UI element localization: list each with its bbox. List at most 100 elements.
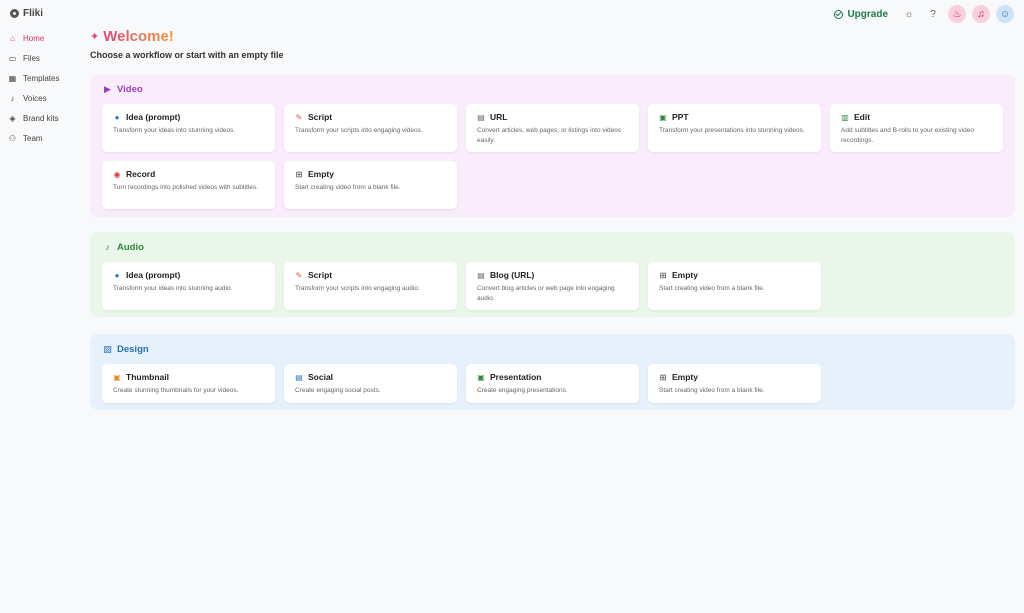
video-empty-card[interactable]: ⊞ Empty Start creating video from a blan…	[284, 161, 457, 209]
welcome-heading: ✦ Welcome!	[90, 26, 1015, 46]
flame-icon: ♨	[952, 8, 962, 20]
sidebar-item-voices[interactable]: ♪ Voices	[8, 88, 82, 108]
card-title-row: ✎ Script	[295, 111, 446, 123]
card-description: Transform your ideas into stunning video…	[113, 127, 236, 134]
card-title-row: ● Idea (prompt)	[113, 269, 264, 281]
card-title-row: ▥ Edit	[841, 111, 992, 123]
audio-blog-url-card[interactable]: ▤ Blog (URL) Convert blog articles or we…	[466, 262, 639, 310]
video-record-card[interactable]: ◉ Record Turn recordings into polished v…	[102, 161, 275, 209]
card-description: Create stunning thumbnails for your vide…	[113, 387, 239, 394]
workflow-cards: ▣ Thumbnail Create stunning thumbnails f…	[102, 364, 1003, 403]
voices-icon: ♪	[10, 93, 15, 103]
card-title-row: ◉ Record	[113, 168, 264, 180]
design-empty-card[interactable]: ⊞ Empty Start creating video from a blan…	[648, 364, 821, 403]
card-title: Presentation	[490, 372, 542, 382]
workflow-cards: ● Idea (prompt) Transform your ideas int…	[102, 262, 1003, 310]
plus-square-icon: ⊞	[659, 270, 667, 280]
lightbulb-icon: ●	[114, 270, 120, 280]
home-icon: ⌂	[10, 33, 15, 43]
card-title: Empty	[308, 169, 334, 179]
audio-script-card[interactable]: ✎ Script Transform your scripts into eng…	[284, 262, 457, 310]
main-content: ✦ Welcome! Choose a workflow or start wi…	[90, 26, 1015, 410]
check-circle-icon	[834, 9, 844, 19]
card-title: Thumbnail	[126, 372, 169, 382]
theme-toggle-button[interactable]: ☼	[900, 5, 918, 23]
video-script-card[interactable]: ✎ Script Transform your scripts into eng…	[284, 104, 457, 152]
card-title-row: ▣ Presentation	[477, 371, 628, 383]
workflow-cards: ● Idea (prompt) Transform your ideas int…	[102, 104, 1003, 209]
sidebar-item-label: Files	[23, 53, 40, 63]
script-icon: ✎	[295, 112, 303, 122]
video-idea-card[interactable]: ● Idea (prompt) Transform your ideas int…	[102, 104, 275, 152]
sidebar-item-label: Team	[23, 133, 43, 143]
app-name: Fliki	[23, 8, 44, 19]
card-description: Start creating video from a blank file.	[295, 184, 401, 191]
rewards-button[interactable]: ♨	[948, 5, 966, 23]
audio-idea-card[interactable]: ● Idea (prompt) Transform your ideas int…	[102, 262, 275, 310]
card-description: Start creating video from a blank file.	[659, 387, 765, 394]
card-title: Edit	[854, 112, 871, 122]
card-title-row: ▤ URL	[477, 111, 628, 123]
card-title: Blog (URL)	[490, 270, 535, 280]
upgrade-label: Upgrade	[847, 8, 888, 20]
design-presentation-card[interactable]: ▣ Presentation Create engaging presentat…	[466, 364, 639, 403]
video-camera-icon: ▶	[104, 83, 111, 94]
presentation-icon: ▣	[659, 112, 667, 122]
templates-icon: ▦	[8, 73, 17, 83]
card-title: Record	[126, 169, 156, 179]
sidebar: ⌂ Home ▭ Files ▦ Templates ♪ Voices ◈ Br…	[8, 28, 82, 148]
sidebar-item-templates[interactable]: ▦ Templates	[8, 68, 82, 88]
bell-icon: ♫	[977, 8, 985, 20]
card-description: Create engaging social posts.	[295, 387, 381, 394]
plus-square-icon: ⊞	[659, 372, 667, 382]
design-thumbnail-card[interactable]: ▣ Thumbnail Create stunning thumbnails f…	[102, 364, 275, 403]
help-icon: ?	[930, 8, 936, 20]
help-button[interactable]: ?	[924, 5, 942, 23]
video-section: ▶ Video ● Idea (prompt) Transform your i…	[90, 74, 1015, 217]
card-title-row: ⊞ Empty	[659, 269, 810, 281]
section-title: Video	[117, 83, 143, 95]
section-title: Audio	[117, 241, 144, 253]
card-title: Script	[308, 112, 333, 122]
sidebar-item-files[interactable]: ▭ Files	[8, 48, 82, 68]
notifications-button[interactable]: ♫	[972, 5, 990, 23]
clapperboard-icon: ▥	[841, 112, 849, 122]
user-icon: ☺	[999, 8, 1011, 20]
card-description: Create engaging presentations.	[477, 387, 568, 394]
audio-empty-card[interactable]: ⊞ Empty Start creating video from a blan…	[648, 262, 821, 310]
lightbulb-icon: ●	[114, 112, 120, 122]
presentation-icon: ▣	[477, 372, 485, 382]
card-title: Social	[308, 372, 334, 382]
sidebar-item-label: Brand kits	[23, 113, 59, 123]
card-description: Convert articles, web pages, or listings…	[477, 127, 622, 144]
app-logo[interactable]: Fliki	[10, 8, 43, 19]
card-title: PPT	[672, 112, 689, 122]
video-edit-card[interactable]: ▥ Edit Add subtitles and B-rolls to your…	[830, 104, 1003, 152]
card-title-row: ✎ Script	[295, 269, 446, 281]
sidebar-item-brand-kits[interactable]: ◈ Brand kits	[8, 108, 82, 128]
card-description: Add subtitles and B-rolls to your existi…	[841, 127, 974, 144]
fliki-logo-icon	[10, 9, 19, 18]
video-url-card[interactable]: ▤ URL Convert articles, web pages, or li…	[466, 104, 639, 152]
design-social-card[interactable]: ▤ Social Create engaging social posts.	[284, 364, 457, 403]
page-subtitle: Choose a workflow or start with an empty…	[90, 50, 284, 60]
sidebar-item-label: Templates	[23, 73, 60, 83]
audio-section: ♪ Audio ● Idea (prompt) Transform your i…	[90, 232, 1015, 317]
card-title-row: ⊞ Empty	[295, 168, 446, 180]
topbar-actions: Upgrade ☼ ? ♨ ♫ ☺	[834, 5, 1014, 23]
sidebar-item-team[interactable]: ⚇ Team	[8, 128, 82, 148]
card-title: URL	[490, 112, 508, 122]
card-title-row: ● Idea (prompt)	[113, 111, 264, 123]
plus-square-icon: ⊞	[295, 169, 303, 179]
video-ppt-card[interactable]: ▣ PPT Transform your presentations into …	[648, 104, 821, 152]
script-icon: ✎	[295, 270, 303, 280]
card-title: Idea (prompt)	[126, 270, 181, 280]
card-description: Start creating video from a blank file.	[659, 285, 765, 292]
sidebar-item-home[interactable]: ⌂ Home	[8, 28, 82, 48]
thumbnail-icon: ▣	[113, 372, 121, 382]
card-title-row: ⊞ Empty	[659, 371, 810, 383]
avatar[interactable]: ☺	[996, 5, 1014, 23]
image-icon: ▨	[103, 343, 112, 354]
section-header: ♪ Audio	[102, 240, 1003, 254]
upgrade-button[interactable]: Upgrade	[834, 9, 888, 20]
